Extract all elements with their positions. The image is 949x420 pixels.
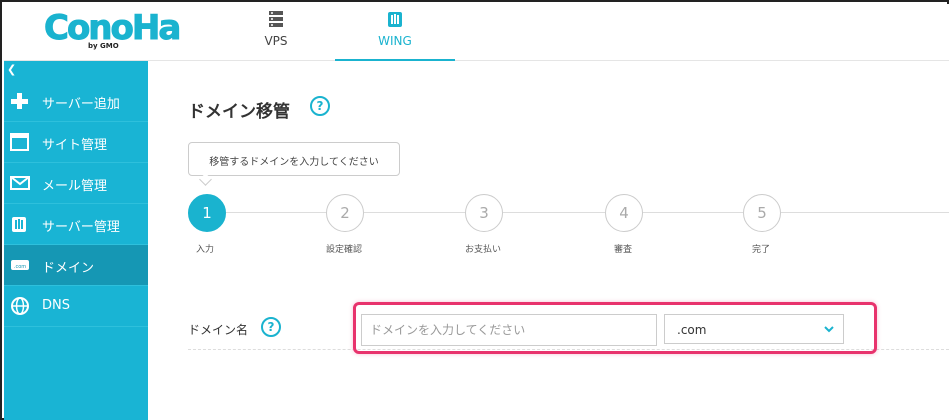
sidebar-item-label: サーバー管理 [42,220,120,235]
tooltip-tail [199,173,212,186]
step-4-circle: 4 [605,194,643,232]
tooltip-text: 移管するドメインを入力してください [209,157,379,168]
help-icon[interactable]: ? [310,96,330,116]
step-2-circle: 2 [326,194,364,232]
step-3-label: お支払い [465,245,502,255]
step-connector [226,212,328,213]
app-window: ConoHa by GMO VPS WING ❮ サーバー追加 サイト管理 メー… [0,0,949,420]
step-2-label: 設定確認 [326,245,363,255]
sidebar: ❮ サーバー追加 サイト管理 メール管理 サーバー管理 .com ドメイン DN… [4,61,148,420]
sidebar-item-label: メール管理 [42,179,108,194]
tab-vps-label: VPS [264,34,288,48]
sidebar-item-domain[interactable]: .com ドメイン [4,245,148,286]
header: ConoHa by GMO VPS WING [4,4,949,63]
step-connector [641,212,743,213]
page-title: ドメイン移管 [188,102,290,122]
step-5-label: 完了 [752,245,771,255]
tld-select[interactable]: .com [664,314,844,344]
help-icon[interactable]: ? [261,317,281,337]
server-manage-icon [12,217,26,232]
sidebar-item-server-add[interactable]: サーバー追加 [4,81,148,122]
plus-icon [11,93,28,109]
collapse-sidebar-button[interactable]: ❮ [7,63,16,76]
wing-icon [388,12,402,27]
tld-value: .com [677,323,707,337]
tooltip: 移管するドメインを入力してください [188,142,400,186]
sidebar-item-label: ドメイン [42,261,95,276]
step-connector [503,212,605,213]
domain-input[interactable] [361,314,657,346]
sidebar-item-label: サーバー追加 [42,97,120,112]
globe-icon [11,297,29,315]
sidebar-item-mail-manage[interactable]: メール管理 [4,163,148,204]
main-content: ドメイン移管 ? 移管するドメインを入力してください 1 入力 2 設定確認 3… [148,61,949,420]
logo-sub: by GMO [88,42,119,50]
tab-vps[interactable]: VPS [216,4,336,61]
chevron-down-icon [824,326,834,333]
sidebar-item-label: サイト管理 [42,138,108,153]
domain-name-label: ドメイン名 [188,323,249,337]
step-connector [364,212,467,213]
tab-wing-label: WING [378,34,412,48]
svg-text:.com: .com [14,264,26,270]
step-1-label: 入力 [196,245,215,255]
sidebar-item-dns[interactable]: DNS [4,286,148,327]
step-connector [781,212,949,213]
sidebar-item-site-manage[interactable]: サイト管理 [4,122,148,163]
step-1-circle: 1 [188,194,226,232]
sidebar-item-label: DNS [42,298,70,313]
tab-wing[interactable]: WING [335,4,455,63]
step-3-circle: 3 [465,194,503,232]
window-icon [10,133,29,151]
step-4-label: 審査 [614,245,633,255]
step-5-circle: 5 [743,194,781,232]
conoha-logo[interactable]: ConoHa by GMO [43,8,181,52]
mail-icon [10,176,30,190]
domain-icon: .com [11,260,29,270]
server-icon [269,11,283,27]
sidebar-item-server-manage[interactable]: サーバー管理 [4,204,148,245]
